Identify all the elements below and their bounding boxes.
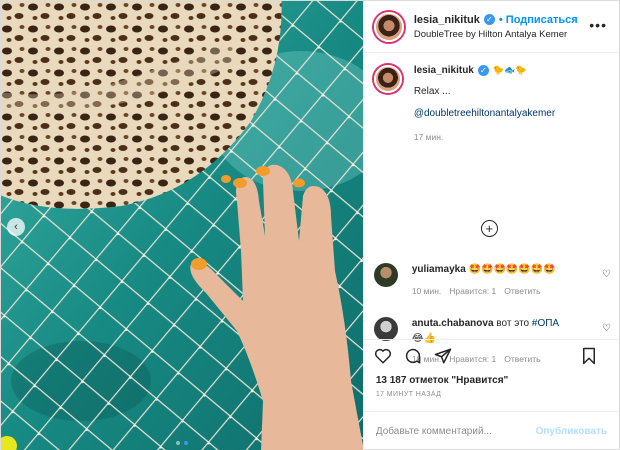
comment-likes[interactable]: Нравится: 1 <box>449 286 496 296</box>
caption-header: lesia_nikituk ✓ 🐤🐟🐤 <box>414 65 555 76</box>
comment-bubble-icon[interactable] <box>404 347 422 365</box>
post-sidebar: lesia_nikituk ✓ • Подписаться DoubleTree… <box>362 1 619 450</box>
caption-text: Relax ... <box>413 86 451 97</box>
instagram-post: ‹ lesia_nikituk ✓ • Подписаться DoubleTr… <box>0 0 620 450</box>
verified-badge-icon: ✓ <box>483 14 495 25</box>
commenter-avatar[interactable] <box>373 317 398 341</box>
share-paper-plane-icon[interactable] <box>434 347 452 365</box>
verified-badge-icon: ✓ <box>477 65 489 76</box>
likes-count[interactable]: 13 187 отметок "Нравится" <box>364 371 619 389</box>
caption: lesia_nikituk ✓ 🐤🐟🐤 Relax ... @doubletre… <box>373 65 609 142</box>
post-photo[interactable]: ‹ <box>1 1 363 450</box>
save-bookmark-icon[interactable] <box>581 347 597 365</box>
caption-body: lesia_nikituk ✓ 🐤🐟🐤 Relax ... @doubletre… <box>414 65 555 142</box>
photo-scene <box>1 1 363 450</box>
caption-time[interactable]: 17 мин. <box>414 132 555 142</box>
comment-item: yuliamayka 🤩🤩🤩🤩🤩🤩🤩 10 мин. Нравится: 1 О… <box>373 263 611 296</box>
post-header: lesia_nikituk ✓ • Подписаться DoubleTree… <box>363 1 619 53</box>
comment-text: вот это <box>493 318 532 329</box>
comment-meta: 10 мин. Нравится: 1 Ответить <box>412 286 611 296</box>
comment-input[interactable] <box>375 426 526 437</box>
previous-photo-button[interactable]: ‹ <box>7 218 25 236</box>
carousel-dot-active <box>183 441 188 445</box>
like-comment-heart-icon[interactable]: ♡ <box>602 269 611 280</box>
author-username[interactable]: lesia_nikituk <box>414 14 480 26</box>
caption-avatar[interactable] <box>373 65 402 93</box>
post-location[interactable]: DoubleTree by Hilton Antalya Kemer <box>414 29 578 40</box>
commenter-username[interactable]: yuliamayka <box>412 264 466 275</box>
action-bar <box>363 339 619 371</box>
post-time-ago[interactable]: 17 МИНУТ НАЗАД <box>364 391 619 411</box>
header-top-row: lesia_nikituk ✓ • Подписаться <box>414 14 578 26</box>
caption-username[interactable]: lesia_nikituk <box>414 65 474 76</box>
header-text: lesia_nikituk ✓ • Подписаться DoubleTree… <box>414 14 578 40</box>
commenter-username[interactable]: anuta.chabanova <box>412 318 494 329</box>
like-heart-icon[interactable] <box>374 347 392 365</box>
comment-hashtag-link[interactable]: #ОПА <box>532 318 559 329</box>
caption-emojis: 🐤🐟🐤 <box>492 65 527 75</box>
comment-time[interactable]: 10 мин. <box>412 286 441 296</box>
more-dots-icon[interactable]: ••• <box>589 17 607 33</box>
add-comment-bar: Опубликовать <box>363 411 619 450</box>
load-more-comments-icon[interactable]: + <box>480 220 498 237</box>
carousel-dot <box>175 441 180 445</box>
comment-body: yuliamayka 🤩🤩🤩🤩🤩🤩🤩 10 мин. Нравится: 1 О… <box>412 263 611 296</box>
caption-mention-link[interactable]: @doubletreehiltonantalyakemer <box>414 108 555 120</box>
like-comment-heart-icon[interactable]: ♡ <box>602 323 611 334</box>
comment-text: 🤩🤩🤩🤩🤩🤩🤩 <box>468 264 556 275</box>
reply-button[interactable]: Ответить <box>504 286 540 296</box>
follow-button[interactable]: • Подписаться <box>499 14 578 26</box>
author-avatar[interactable] <box>373 11 404 42</box>
comment-line: anuta.chabanova вот это #ОПА <box>412 317 611 332</box>
comment-line: yuliamayka 🤩🤩🤩🤩🤩🤩🤩 <box>412 263 611 278</box>
carousel-dots <box>1 441 363 445</box>
commenter-avatar[interactable] <box>373 263 398 287</box>
comments-section: lesia_nikituk ✓ 🐤🐟🐤 Relax ... @doubletre… <box>364 53 619 364</box>
publish-button[interactable]: Опубликовать <box>536 426 607 437</box>
